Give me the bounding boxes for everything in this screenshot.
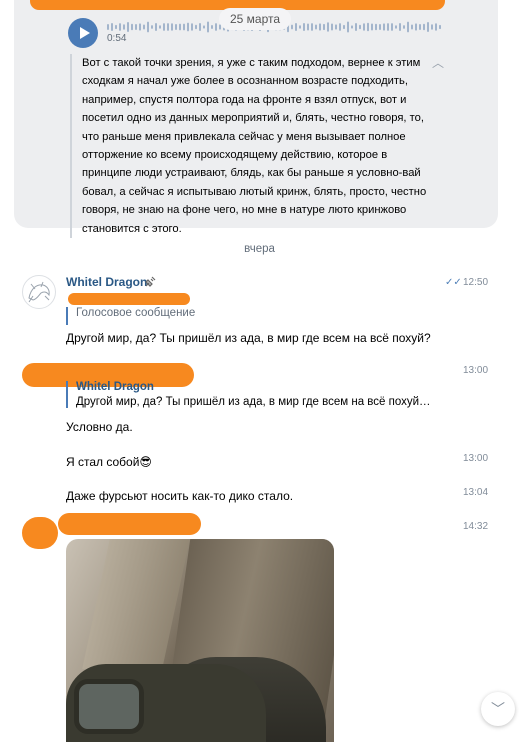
reply-label: Голосовое сообщение — [76, 307, 196, 319]
date-badge: 25 марта — [219, 8, 291, 30]
message-text: Я стал собой😎 — [66, 455, 152, 469]
message-text: Даже фурсьют носить как-то дико стало. — [66, 489, 294, 503]
voice-duration: 0:54 — [107, 33, 127, 44]
quote-author: Whitel Dragon — [76, 381, 154, 393]
day-separator: вчера — [244, 243, 275, 255]
redaction-sender-3 — [22, 517, 58, 549]
message-time: 12:50 — [463, 277, 489, 288]
chevron-up-icon[interactable]: ︿ — [432, 54, 444, 71]
reply-quote[interactable]: Whitel Dragon Другой мир, да? Ты пришёл … — [66, 381, 456, 408]
redaction-sender-name-3 — [58, 513, 201, 535]
satellite-icon — [145, 276, 156, 287]
message-text: Другой мир, да? Ты пришёл из ада, в мир … — [66, 331, 431, 345]
sender-name[interactable]: Whitel Dragon — [66, 275, 147, 289]
message-time: 13:00 — [463, 365, 489, 376]
redaction-reply-author — [68, 293, 190, 305]
dragon-avatar-icon — [28, 281, 50, 303]
message-text: Условно да. — [66, 420, 133, 434]
avatar[interactable] — [22, 275, 56, 309]
message-time: 14:32 — [463, 521, 489, 532]
reply-quote[interactable]: Голосовое сообщение — [66, 307, 266, 325]
voice-transcript: Вот с такой точки зрения, я уже с таким … — [70, 54, 430, 239]
message-time: 13:04 — [463, 487, 489, 498]
quote-text: Другой мир, да? Ты пришёл из ада, в мир … — [76, 396, 431, 408]
play-icon[interactable] — [68, 18, 98, 48]
message-time: 13:00 — [463, 453, 489, 464]
chevron-down-icon[interactable]: ﹀ — [481, 692, 515, 726]
double-check-icon: ✓✓ — [445, 277, 462, 288]
photo-attachment[interactable] — [66, 539, 334, 742]
